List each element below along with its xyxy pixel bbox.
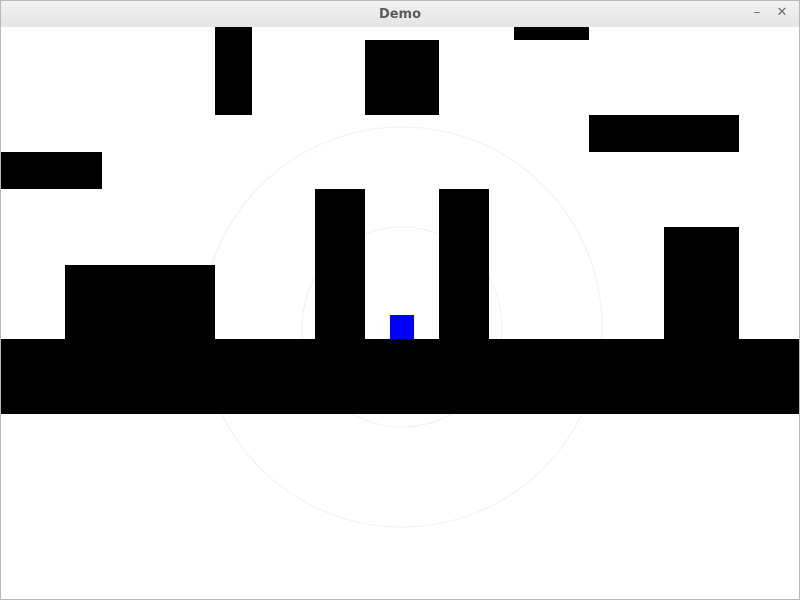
player-square xyxy=(390,315,414,339)
wall-block xyxy=(589,115,739,152)
wall-block xyxy=(1,152,102,189)
window-title: Demo xyxy=(378,7,422,22)
ground-platform xyxy=(1,339,799,414)
game-canvas[interactable] xyxy=(1,27,799,599)
wall-block xyxy=(664,227,739,339)
game-scene xyxy=(1,27,799,528)
minimize-icon[interactable]: – xyxy=(749,5,765,21)
wall-block xyxy=(514,27,589,40)
title-bar[interactable]: Demo – ✕ xyxy=(1,1,799,28)
pillar-left xyxy=(315,189,365,339)
app-window: Demo – ✕ xyxy=(0,0,800,600)
pillar-right xyxy=(439,189,489,339)
wall-block xyxy=(65,265,215,339)
wall-block xyxy=(215,27,252,115)
wall-block xyxy=(365,40,439,115)
close-icon[interactable]: ✕ xyxy=(774,5,790,21)
